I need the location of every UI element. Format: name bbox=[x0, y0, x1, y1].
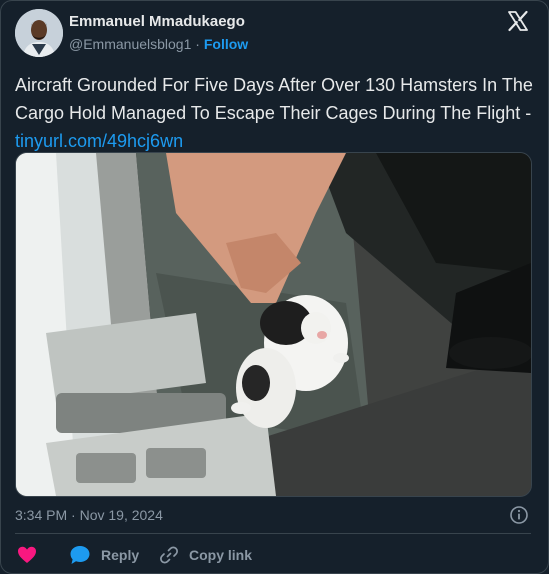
tweet-card: Emmanuel Mmadukaego @Emmanuelsblog1 · Fo… bbox=[0, 0, 549, 574]
tweet-image[interactable] bbox=[15, 152, 532, 497]
like-button[interactable] bbox=[17, 544, 37, 566]
author-handle[interactable]: @Emmanuelsblog1 bbox=[69, 36, 191, 52]
tweet-link[interactable]: tinyurl.com/49hcj6wn bbox=[15, 131, 183, 151]
x-logo-icon[interactable] bbox=[506, 9, 530, 33]
separator-dot: · bbox=[195, 36, 200, 52]
reply-button[interactable]: Reply bbox=[69, 544, 139, 566]
reply-label: Reply bbox=[101, 547, 140, 563]
tweet-timestamp[interactable]: 3:34 PM · Nov 19, 2024 bbox=[15, 507, 163, 523]
follow-button[interactable]: Follow bbox=[204, 36, 248, 52]
info-icon[interactable] bbox=[509, 505, 529, 525]
tweet-text: Aircraft Grounded For Five Days After Ov… bbox=[15, 71, 535, 155]
reply-bubble-icon bbox=[70, 546, 90, 564]
tweet-body: Aircraft Grounded For Five Days After Ov… bbox=[15, 75, 533, 123]
tweet-actions: Reply Copy link bbox=[15, 544, 535, 566]
copy-link-label: Copy link bbox=[189, 547, 253, 563]
copy-link-button[interactable]: Copy link bbox=[159, 544, 252, 566]
hamster-photo bbox=[16, 153, 531, 496]
heart-icon bbox=[18, 546, 36, 563]
avatar[interactable] bbox=[15, 9, 63, 57]
link-icon bbox=[160, 546, 178, 564]
avatar-photo bbox=[15, 9, 63, 57]
author-handle-row: @Emmanuelsblog1 · Follow bbox=[69, 36, 248, 52]
author-name[interactable]: Emmanuel Mmadukaego bbox=[69, 13, 245, 30]
divider bbox=[15, 533, 531, 534]
